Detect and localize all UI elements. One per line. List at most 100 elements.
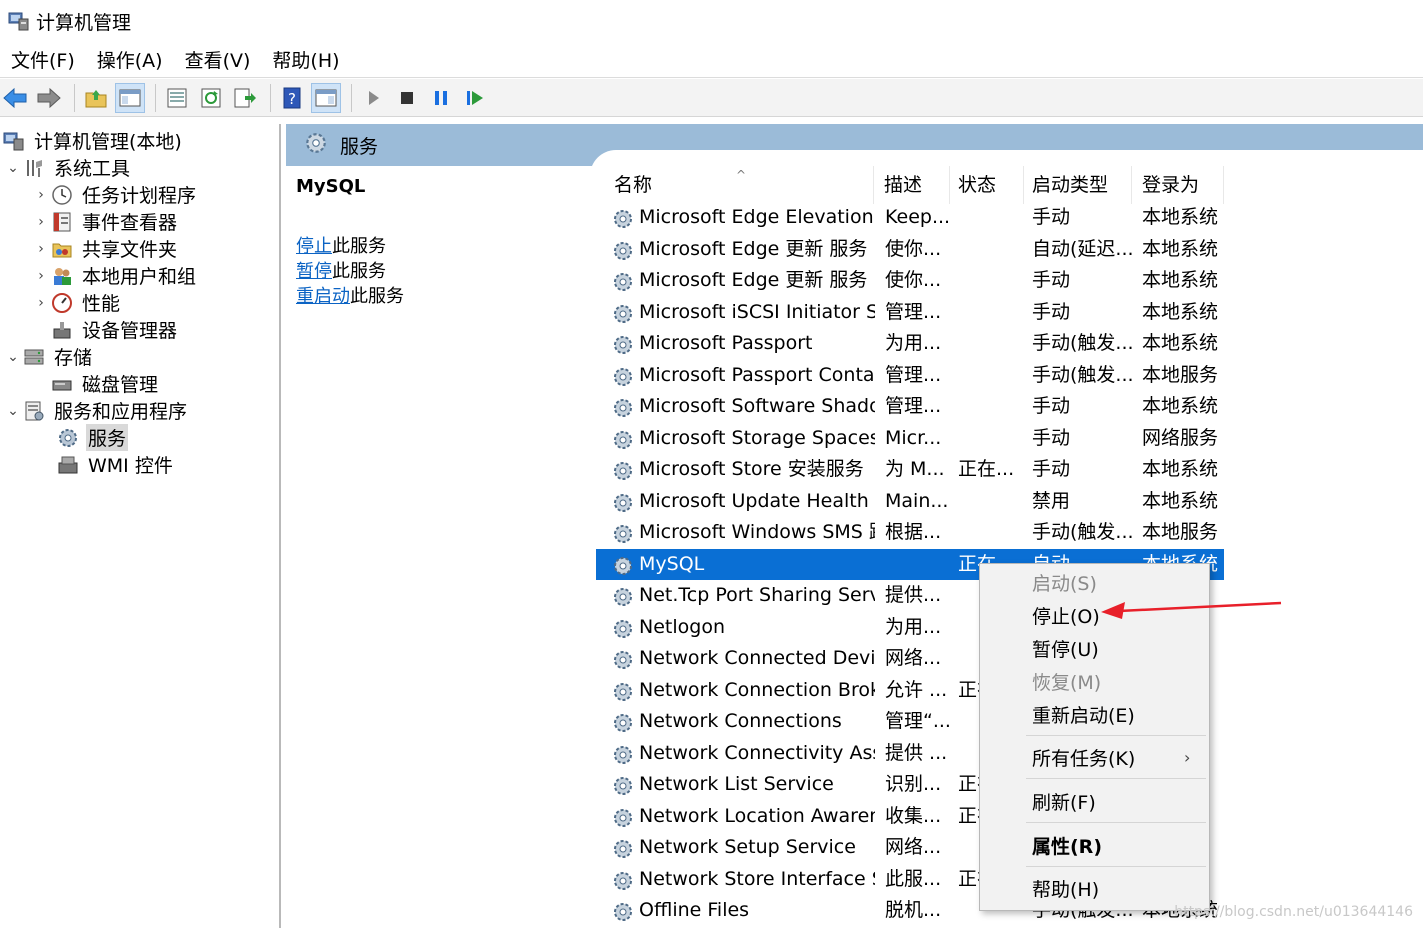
stop-link[interactable]: 停止 <box>296 236 332 257</box>
tree-item-disk-management[interactable]: 磁盘管理 <box>50 370 160 397</box>
table-row[interactable]: Microsoft iSCSI Initiator Ser... 管理... 手动 本… <box>596 297 1224 329</box>
stop-service-icon[interactable] <box>392 83 422 113</box>
tree-item-task-scheduler[interactable]: › 任务计划程序 <box>32 181 198 208</box>
table-row[interactable]: Microsoft Edge 更新 服务 (... 使你... 自动(延迟... 本地… <box>596 234 1224 266</box>
cell-logon: 本地系统 <box>1142 332 1219 354</box>
menu-item-properties[interactable]: 属性(R) <box>1032 832 1102 862</box>
cell-name: Microsoft Software Shado... <box>639 395 875 417</box>
cell-desc: 网络... <box>885 647 942 669</box>
table-row[interactable]: Microsoft Edge Elevation S... Keep... 手动 本地… <box>596 202 1224 234</box>
gear-icon <box>304 131 328 160</box>
menu-item-pause[interactable]: 暂停(U) <box>1032 635 1099 665</box>
tree-item-event-viewer[interactable]: › 事件查看器 <box>32 208 179 235</box>
column-header-logon[interactable]: 登录为 <box>1136 166 1224 204</box>
menu-file[interactable]: 文件(F) <box>0 44 86 78</box>
pause-link[interactable]: 暂停 <box>296 261 332 282</box>
table-row[interactable]: Microsoft Software Shado... 管理... 手动 本地系统 <box>596 391 1224 423</box>
chevron-down-icon[interactable]: ⌄ <box>4 349 22 365</box>
gear-icon <box>612 744 634 766</box>
tree-item-system-tools[interactable]: ⌄ 系统工具 <box>4 154 132 181</box>
chevron-right-icon[interactable]: › <box>32 187 50 203</box>
forward-arrow-icon[interactable] <box>34 83 64 113</box>
gear-icon <box>612 807 634 829</box>
stop-service-action: 停止此服务 <box>296 232 386 258</box>
show-hide-console-tree-icon[interactable] <box>115 82 145 113</box>
clock-icon <box>50 183 74 207</box>
chevron-down-icon[interactable]: ⌄ <box>4 160 22 176</box>
tree-item-services[interactable]: 服务 <box>56 424 129 451</box>
table-row[interactable]: Microsoft Store 安装服务为 M... 正在... 手动 本地系统 <box>596 454 1224 486</box>
chevron-right-icon[interactable]: › <box>32 214 50 230</box>
tree-label: 磁盘管理 <box>82 374 159 396</box>
menu-item-all-tasks[interactable]: 所有任务(K) <box>1032 744 1135 774</box>
users-icon <box>50 264 74 288</box>
table-row[interactable]: Microsoft Passport 为用... 手动(触发... 本地系统 <box>596 328 1224 360</box>
tree-label: 服务和应用程序 <box>54 401 188 423</box>
cell-logon: 本地系统 <box>1142 269 1219 291</box>
menu-item-stop[interactable]: 停止(O) <box>1032 602 1100 632</box>
tree-label: 计算机管理(本地) <box>34 131 182 153</box>
table-row[interactable]: Microsoft Storage Spaces S... Micr... 手动 网络… <box>596 423 1224 455</box>
column-header-desc[interactable]: 描述 <box>878 166 950 204</box>
tree-item-storage[interactable]: ⌄ 存储 <box>4 343 94 370</box>
cell-desc: Micr... <box>885 426 942 449</box>
properties-icon[interactable] <box>162 83 192 113</box>
menu-help[interactable]: 帮助(H) <box>261 44 350 78</box>
tree-item-local-users[interactable]: › 本地用户和组 <box>32 262 198 289</box>
wmi-icon <box>56 453 80 477</box>
cell-desc: 根据... <box>885 521 942 543</box>
cell-name: Offline Files <box>639 899 750 921</box>
menu-item-restart[interactable]: 重新启动(E) <box>1032 701 1135 731</box>
cell-logon: 本地系统 <box>1142 489 1219 512</box>
menu-view[interactable]: 查看(V) <box>174 44 262 78</box>
cell-startup: 手动 <box>1032 300 1071 323</box>
cell-desc: 使你... <box>885 269 942 291</box>
tree-label: WMI 控件 <box>88 455 173 477</box>
refresh-icon[interactable] <box>196 83 226 113</box>
back-arrow-icon[interactable] <box>0 83 30 113</box>
menu-item-resume[interactable]: 恢复(M) <box>1032 668 1101 698</box>
cell-desc: 为用... <box>885 615 942 638</box>
cell-desc: 为用... <box>885 332 942 354</box>
start-service-icon[interactable] <box>358 83 388 113</box>
action-pane-icon[interactable] <box>311 82 341 113</box>
chevron-right-icon[interactable]: › <box>32 241 50 257</box>
chevron-down-icon[interactable]: ⌄ <box>4 403 22 419</box>
column-header-startup[interactable]: 启动类型 <box>1026 166 1132 204</box>
action-suffix: 此服务 <box>350 286 404 307</box>
tree-label: 服务 <box>86 424 129 451</box>
menu-item-start[interactable]: 启动(S) <box>1032 569 1097 599</box>
tree-item-services-apps[interactable]: ⌄ 服务和应用程序 <box>4 397 189 424</box>
cell-desc: 管理... <box>885 363 942 386</box>
menu-item-help[interactable]: 帮助(H) <box>1032 875 1099 905</box>
menu-action[interactable]: 操作(A) <box>86 44 174 78</box>
tree-root[interactable]: 计算机管理(本地) <box>2 127 184 154</box>
tree-item-wmi[interactable]: WMI 控件 <box>56 451 175 478</box>
tree-item-shared-folders[interactable]: › 共享文件夹 <box>32 235 179 262</box>
resume-service-icon[interactable] <box>460 83 490 113</box>
toolbar-separator <box>270 83 271 112</box>
restart-link[interactable]: 重启动 <box>296 286 350 307</box>
title-bar: 计算机管理 <box>0 0 1423 42</box>
tree-item-performance[interactable]: › 性能 <box>32 289 122 316</box>
column-header-name[interactable]: 名称 ^ <box>608 166 874 204</box>
column-header-status[interactable]: 状态 <box>952 166 1024 204</box>
gear-icon <box>612 901 634 923</box>
console-tree: 计算机管理(本地) ⌄ 系统工具 › 任务计划程序 › 事件查看器 › 共享文件… <box>0 124 281 928</box>
export-list-icon[interactable] <box>230 83 260 113</box>
chevron-right-icon[interactable]: › <box>32 268 50 284</box>
gear-icon <box>612 775 634 797</box>
table-row[interactable]: Microsoft Windows SMS 路... 根据... 手动(触发... 本… <box>596 517 1224 549</box>
up-folder-icon[interactable] <box>81 83 111 113</box>
table-row[interactable]: Microsoft Update Health S... Main... 禁用 本地系… <box>596 486 1224 518</box>
pause-service-icon[interactable] <box>426 83 456 113</box>
table-row[interactable]: Microsoft Edge 更新 服务 (... 使你... 手动 本地系统 <box>596 265 1224 297</box>
menu-item-refresh[interactable]: 刷新(F) <box>1032 788 1096 818</box>
cell-startup: 手动 <box>1032 206 1071 228</box>
tree-item-device-manager[interactable]: 设备管理器 <box>50 316 179 343</box>
table-row[interactable]: Microsoft Passport Container 管理... 手动(触发..… <box>596 360 1224 392</box>
cell-startup: 手动(触发... <box>1032 363 1132 386</box>
chevron-right-icon[interactable]: › <box>32 295 50 311</box>
cell-status <box>958 391 1022 423</box>
help-icon[interactable]: ? <box>277 83 307 113</box>
